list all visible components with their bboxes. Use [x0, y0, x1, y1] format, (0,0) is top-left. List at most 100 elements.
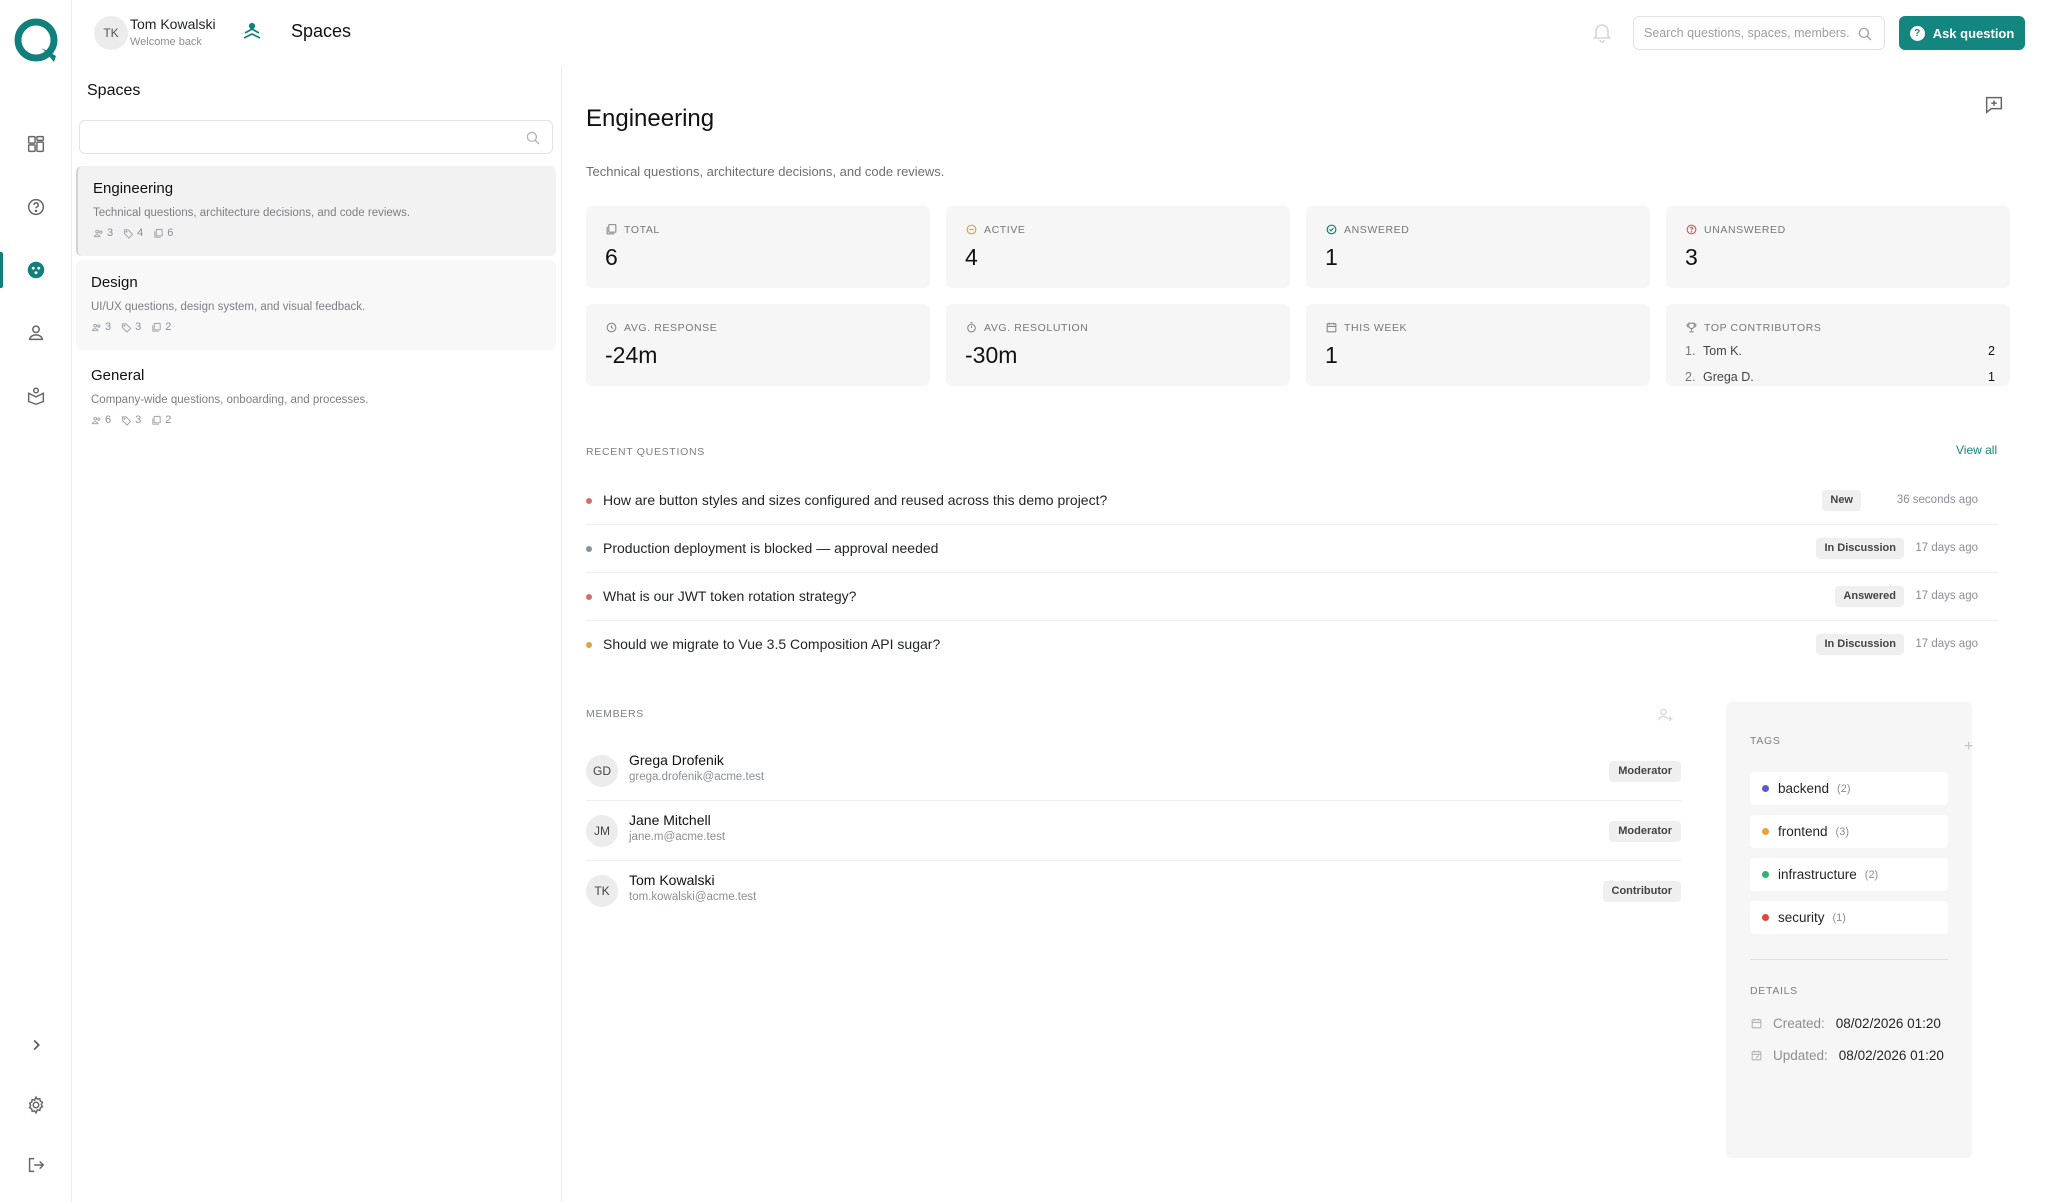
member-row[interactable]: TK Tom Kowalski tom.kowalski@acme.test C…	[586, 861, 1681, 921]
details-label: DETAILS	[1750, 985, 1798, 997]
member-count: 6	[105, 414, 112, 426]
tag-icon	[122, 322, 132, 333]
stat-label: TOTAL	[624, 223, 660, 236]
stat-value: 4	[965, 244, 978, 270]
space-name: General	[91, 367, 145, 384]
question-title[interactable]: What is our JWT token rotation strategy?	[603, 588, 856, 604]
tag-item[interactable]: backend (2)	[1750, 772, 1948, 805]
tag-item[interactable]: frontend (3)	[1750, 815, 1948, 848]
members-icon	[91, 416, 101, 424]
detail-value: 08/02/2026 01:20	[1835, 1016, 1941, 1031]
member-row[interactable]: GD Grega Drofenik grega.drofenik@acme.te…	[586, 741, 1681, 801]
question-row[interactable]: Should we migrate to Vue 3.5 Composition…	[586, 621, 1998, 669]
calendar-icon	[1751, 1018, 1762, 1029]
stat-answered: ANSWERED 1	[1306, 206, 1650, 288]
user-subtitle: Welcome back	[130, 36, 202, 48]
space-item-design[interactable]: Design UI/UX questions, design system, a…	[76, 260, 556, 350]
detail-updated: Updated: 08/02/2026 01:20	[1750, 1048, 1944, 1063]
members-icon	[91, 323, 101, 331]
stat-active: ACTIVE 4	[946, 206, 1290, 288]
expand-sidebar-button[interactable]	[0, 1017, 72, 1073]
question-title[interactable]: Production deployment is blocked — appro…	[603, 540, 938, 556]
book-user-icon	[27, 387, 45, 406]
status-dot	[586, 594, 592, 600]
tag-color-dot	[1762, 871, 1769, 878]
nav-logout[interactable]	[0, 1137, 72, 1193]
question-icon	[27, 198, 45, 216]
spaces-search[interactable]	[79, 120, 553, 154]
global-search[interactable]	[1633, 16, 1885, 50]
sidebar-rail	[0, 0, 72, 1202]
status-dot	[586, 546, 592, 552]
tag-color-dot	[1762, 785, 1769, 792]
stat-label: AVG. RESOLUTION	[984, 321, 1089, 334]
tag-item[interactable]: security (1)	[1750, 901, 1948, 934]
contributor-count: 1	[1988, 370, 1995, 384]
search-input[interactable]	[1634, 17, 1849, 49]
nav-knowledge[interactable]	[0, 368, 72, 424]
app-logo-icon[interactable]	[12, 18, 60, 66]
calendar-icon	[1326, 322, 1337, 333]
question-title[interactable]: Should we migrate to Vue 3.5 Composition…	[603, 636, 940, 652]
space-item-general[interactable]: General Company-wide questions, onboardi…	[76, 353, 556, 443]
space-name: Engineering	[93, 180, 174, 197]
space-name: Design	[91, 274, 138, 291]
comment-plus-icon[interactable]	[1983, 94, 2005, 116]
question-row[interactable]: Production deployment is blocked — appro…	[586, 525, 1998, 573]
question-time: 36 seconds ago	[1896, 494, 1978, 506]
questions-icon	[154, 228, 163, 238]
stat-value: -30m	[965, 342, 1018, 368]
avatar[interactable]: TK	[94, 16, 128, 50]
user-name: Tom Kowalski	[130, 16, 216, 32]
user-icon	[28, 325, 44, 341]
stat-value: 1	[1325, 244, 1338, 270]
search-icon	[526, 131, 540, 145]
role-badge: Moderator	[1609, 821, 1681, 842]
question-circle-icon	[1686, 224, 1697, 235]
status-badge: Answered	[1835, 586, 1904, 607]
nav-spaces[interactable]	[0, 242, 72, 298]
recent-questions-label: RECENT QUESTIONS	[586, 446, 705, 458]
gear-icon	[28, 1095, 44, 1115]
tag-count: (2)	[1837, 782, 1851, 795]
member-row[interactable]: JM Jane Mitchell jane.m@acme.test Modera…	[586, 801, 1681, 861]
nav-settings[interactable]	[0, 1077, 72, 1133]
question-title[interactable]: How are button styles and sizes configur…	[603, 492, 1107, 508]
bell-icon[interactable]	[1590, 20, 1614, 44]
members-icon	[93, 229, 103, 237]
add-tag-button[interactable]: +	[1964, 738, 1973, 756]
chevron-right-icon	[33, 1039, 40, 1051]
detail-created: Created: 08/02/2026 01:20	[1750, 1016, 1941, 1031]
member-name: Jane Mitchell	[629, 812, 711, 828]
spaces-search-input[interactable]	[80, 121, 520, 153]
avatar: JM	[586, 815, 618, 847]
calendar-edit-icon	[1751, 1050, 1762, 1061]
members-label: MEMBERS	[586, 708, 644, 720]
question-row[interactable]: How are button styles and sizes configur…	[586, 477, 1998, 525]
tag-name: frontend	[1778, 824, 1828, 839]
tag-item[interactable]: infrastructure (2)	[1750, 858, 1948, 891]
question-row[interactable]: What is our JWT token rotation strategy?…	[586, 573, 1998, 621]
nav-users[interactable]	[0, 305, 72, 361]
nav-dashboard[interactable]	[0, 116, 72, 172]
tag-count: 3	[135, 321, 142, 333]
spaces-panel: Spaces Engineering Technical questions, …	[72, 66, 562, 1202]
add-member-icon[interactable]	[1656, 706, 1674, 724]
tag-count: (3)	[1835, 825, 1849, 838]
logout-icon	[28, 1157, 45, 1173]
contributor-rank: 1.	[1685, 344, 1696, 358]
stat-total: TOTAL 6	[586, 206, 930, 288]
nav-questions[interactable]	[0, 179, 72, 235]
ask-question-button[interactable]: ? Ask question	[1899, 16, 2025, 50]
space-meta: 3 3 2	[91, 321, 541, 333]
member-email: tom.kowalski@acme.test	[629, 891, 757, 903]
view-all-link[interactable]: View all	[1956, 443, 1997, 457]
ask-question-label: Ask question	[1932, 25, 2015, 41]
tag-name: security	[1778, 910, 1825, 925]
question-count: 2	[165, 414, 172, 426]
stat-label: THIS WEEK	[1344, 321, 1408, 334]
stat-value: 1	[1325, 342, 1338, 368]
stat-label: TOP CONTRIBUTORS	[1704, 321, 1822, 334]
tag-count: 4	[137, 227, 144, 239]
space-item-engineering[interactable]: Engineering Technical questions, archite…	[76, 166, 556, 256]
